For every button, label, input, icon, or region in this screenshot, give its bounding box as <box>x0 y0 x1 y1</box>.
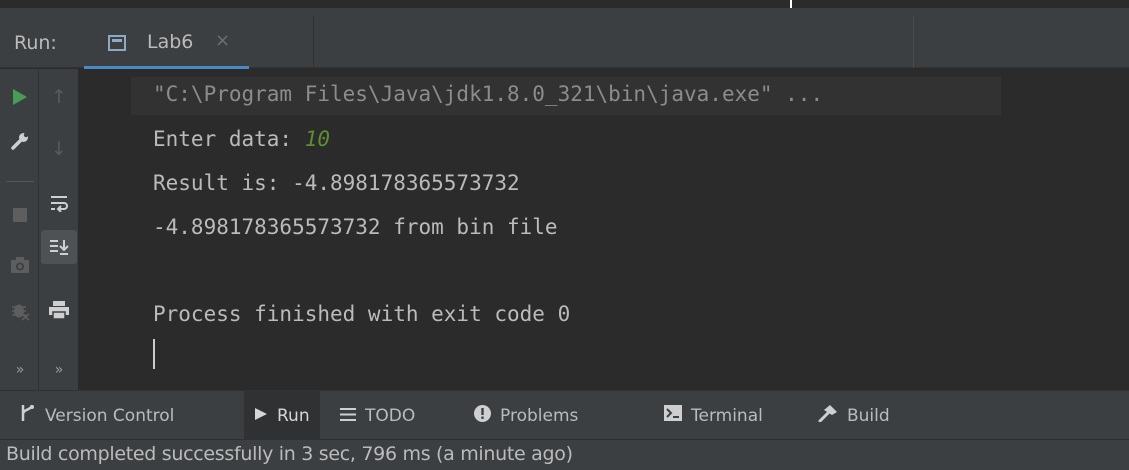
rerun-icon[interactable] <box>4 81 36 113</box>
text-caret <box>153 339 155 369</box>
tab-label: Run <box>277 405 310 426</box>
tab-terminal[interactable]: Terminal <box>654 391 773 440</box>
terminal-icon <box>664 405 682 426</box>
problems-icon <box>474 404 491 427</box>
run-icon <box>254 406 268 426</box>
prompt-text: Enter data: <box>153 127 305 151</box>
tab-run[interactable]: Run <box>244 391 320 440</box>
tab-label: Problems <box>500 405 579 426</box>
tab-label: Version Control <box>45 405 175 426</box>
input-prompt-line: Enter data: 10 <box>153 127 330 151</box>
run-toolbar-secondary: ↑ ↓ » <box>39 69 79 390</box>
arrow-down-icon[interactable]: ↓ <box>43 133 75 165</box>
tab-problems[interactable]: Problems <box>464 391 588 440</box>
bin-file-line: -4.898178365573732 from bin file <box>153 215 558 239</box>
more-icon[interactable]: » <box>43 354 75 386</box>
wrench-icon[interactable] <box>4 125 36 157</box>
separator <box>6 181 34 182</box>
status-message[interactable]: Build completed successfully in 3 sec, 7… <box>6 443 573 465</box>
top-strip-left <box>0 0 790 8</box>
console-icon <box>108 35 126 51</box>
tab-version-control[interactable]: Version Control <box>10 391 184 440</box>
close-icon[interactable]: × <box>215 30 230 51</box>
run-toolbar-primary: » <box>0 69 39 390</box>
top-strip-right <box>792 0 1129 8</box>
todo-icon <box>340 406 356 426</box>
tab-lab6[interactable]: Lab6 × <box>84 16 314 70</box>
user-input-value: 10 <box>304 127 331 151</box>
scroll-to-end-icon[interactable] <box>41 230 77 264</box>
version-control-icon <box>20 404 36 427</box>
tab-label: Terminal <box>691 405 763 426</box>
run-panel-header: Run: Lab6 × <box>0 8 1129 70</box>
tab-build[interactable]: Build <box>808 391 900 440</box>
run-panel-label: Run: <box>14 32 57 54</box>
stop-icon[interactable] <box>4 199 36 231</box>
bug-icon[interactable] <box>4 295 36 327</box>
divider <box>313 16 314 68</box>
build-icon <box>818 404 838 427</box>
camera-icon[interactable] <box>4 249 36 281</box>
divider <box>913 16 914 68</box>
status-bar: Build completed successfully in 3 sec, 7… <box>0 440 1129 470</box>
tab-label: Build <box>847 405 890 426</box>
exit-code-line: Process finished with exit code 0 <box>153 302 571 326</box>
console-output[interactable]: "C:\Program Files\Java\jdk1.8.0_321\bin\… <box>131 69 1129 390</box>
command-line[interactable]: "C:\Program Files\Java\jdk1.8.0_321\bin\… <box>153 82 823 106</box>
tab-todo[interactable]: TODO <box>330 391 425 440</box>
print-icon[interactable] <box>43 294 75 326</box>
tab-label: TODO <box>365 405 416 426</box>
result-line: Result is: -4.898178365573732 <box>153 171 520 195</box>
more-icon[interactable]: » <box>4 354 36 386</box>
soft-wrap-icon[interactable] <box>43 187 75 219</box>
arrow-up-icon[interactable]: ↑ <box>43 81 75 113</box>
tab-label: Lab6 <box>147 31 194 53</box>
window-top-strip <box>0 0 1129 8</box>
console-gutter <box>79 69 131 390</box>
tool-window-bar: Version Control Run TODO Problems Termin… <box>0 390 1129 440</box>
